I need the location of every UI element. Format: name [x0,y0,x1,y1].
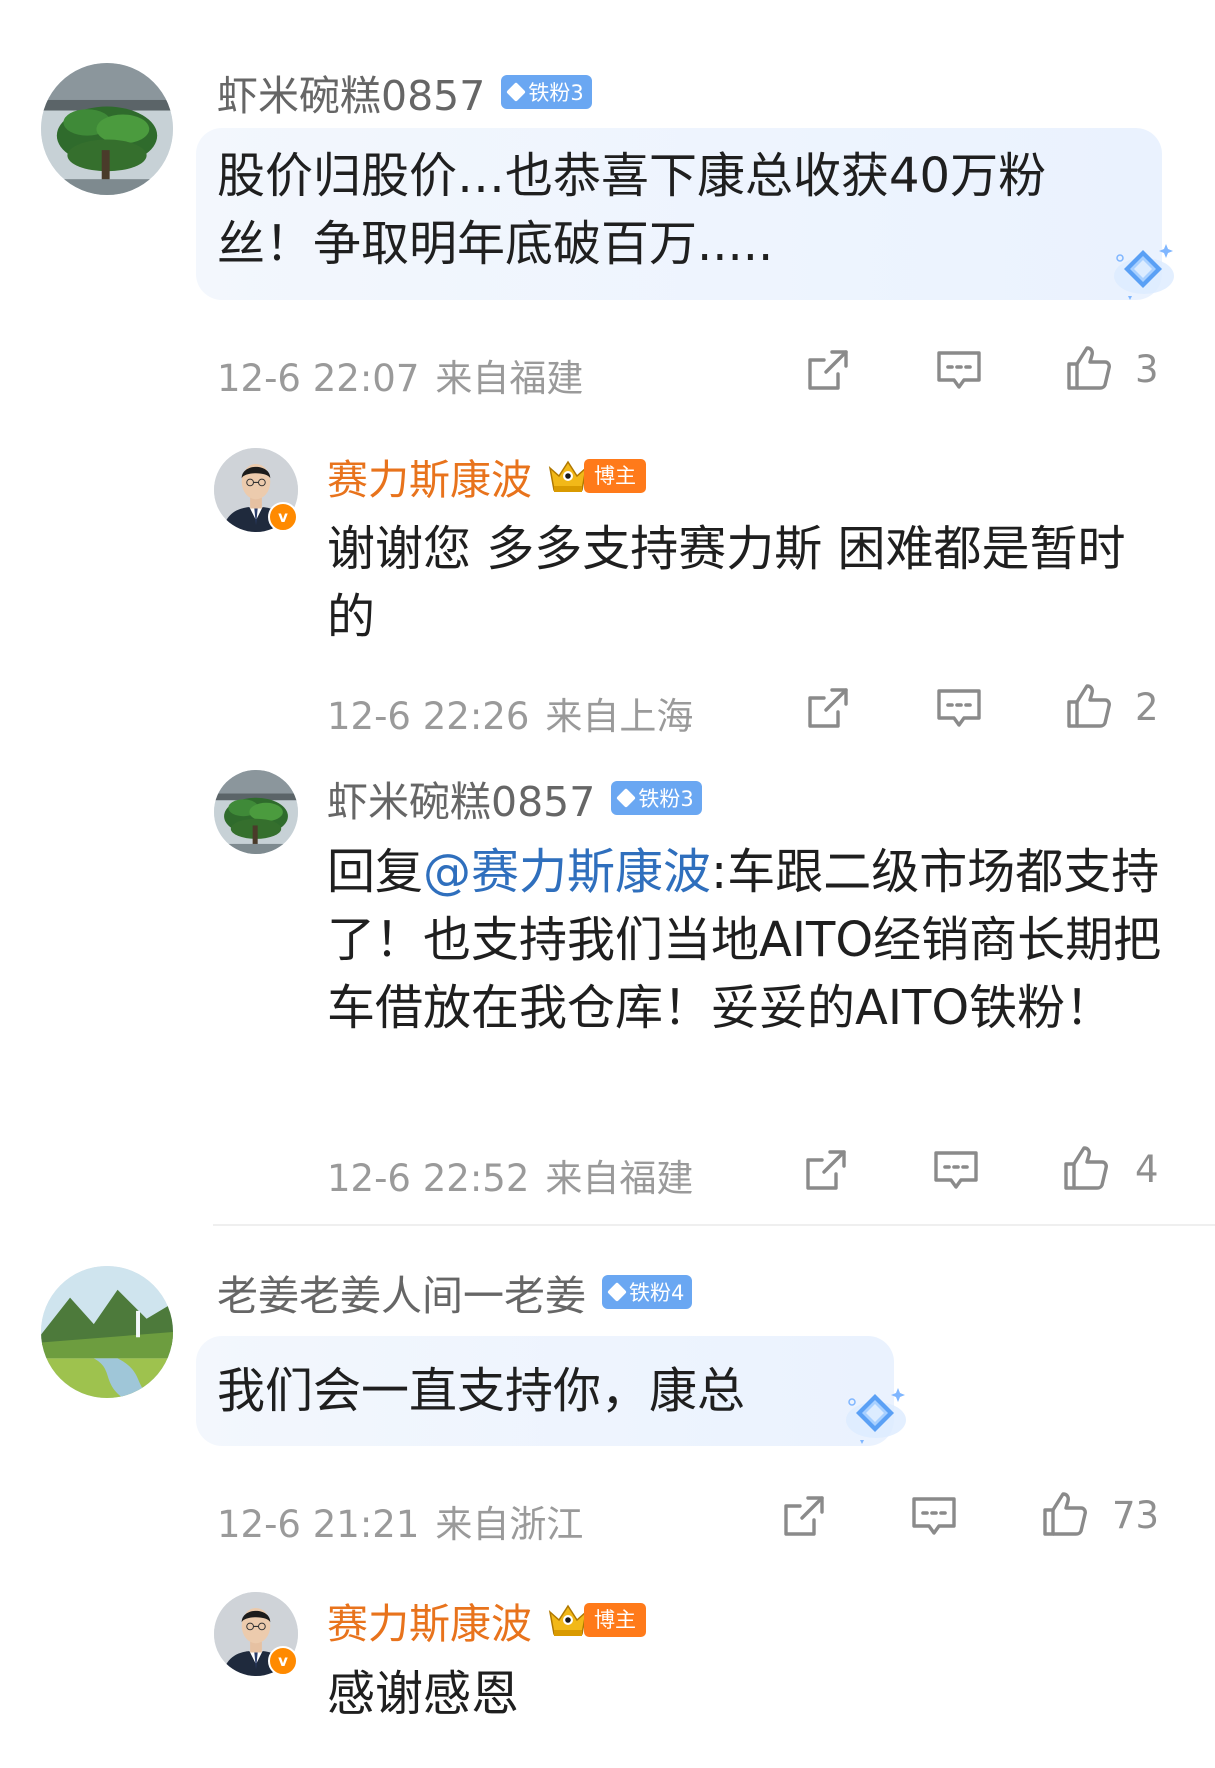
blogger-badge[interactable]: 博主 [546,456,646,496]
reply-meta: 12-6 22:26 来自上海 [327,686,693,740]
fan-badge-label: 铁粉3 [638,787,694,811]
comment-bubble [196,1336,894,1446]
diamond-icon [840,1380,910,1450]
diamond-icon [506,82,527,102]
username[interactable]: 虾米碗糕0857 [327,768,595,828]
username[interactable]: 赛力斯康波 [327,1590,532,1650]
username[interactable]: 老姜老姜人间一老姜 [217,1262,586,1322]
timestamp: 12-6 22:26 [327,695,530,738]
divider [213,1224,1215,1226]
fan-badge[interactable]: 铁粉3 [611,781,702,815]
reply-button[interactable] [908,1490,960,1542]
avatar-image [214,770,298,854]
mention-link[interactable]: @赛力斯康波 [423,844,711,900]
like-count: 73 [1112,1494,1160,1537]
blogger-badge[interactable]: 博主 [546,1600,646,1640]
diamond-icon [607,1282,627,1302]
like-count: 3 [1135,348,1159,391]
reply-header: 虾米碗糕0857 铁粉3 [327,770,702,826]
reply-text: 谢谢您 多多支持赛力斯 困难都是暂时的 [327,521,1126,645]
reply-button[interactable] [933,682,985,734]
verified-icon: v [268,502,298,532]
timestamp: 12-6 22:52 [327,1157,530,1200]
blogger-badge-label: 博主 [584,459,646,493]
location: 来自福建 [435,357,584,400]
comment-text: 我们会一直支持你，康总 [217,1363,746,1419]
like-icon [1039,1488,1091,1540]
like-button[interactable] [1063,680,1115,732]
avatar[interactable] [41,1266,173,1398]
location: 来自上海 [545,695,694,738]
share-icon [800,1144,852,1196]
share-icon [778,1490,830,1542]
like-icon [1063,680,1115,732]
like-button[interactable] [1039,1488,1091,1540]
share-button[interactable] [802,344,854,396]
comment-text: 股价归股价…也恭喜下康总收获40万粉丝！争取明年底破百万..... [217,148,1047,272]
avatar-image [41,63,173,195]
share-button[interactable] [802,682,854,734]
like-count: 2 [1135,686,1159,729]
fan-badge[interactable]: 铁粉4 [602,1275,693,1309]
comment-icon [908,1490,960,1542]
like-icon [1063,342,1115,394]
diamond-icon [1108,236,1178,306]
comment-meta: 12-6 22:07 来自福建 [217,348,583,402]
fan-badge-label: 铁粉4 [629,1281,685,1305]
blogger-badge-label: 博主 [584,1603,646,1637]
like-icon [1060,1142,1112,1194]
avatar[interactable] [41,63,173,195]
diamond-icon [616,788,637,808]
reply-button[interactable] [933,344,985,396]
avatar-image [41,1266,173,1398]
reply-text: 感谢感恩 [327,1666,520,1722]
like-button[interactable] [1060,1142,1112,1194]
reply-text: 回复@赛力斯康波:车跟二级市场都支持了！也支持我们当地AITO经销商长期把车借放… [327,838,1162,1042]
like-button[interactable] [1063,342,1115,394]
comment-icon [930,1144,982,1196]
comment-header: 老姜老姜人间一老姜 铁粉4 [217,1262,693,1322]
location: 来自福建 [545,1157,694,1200]
location: 来自浙江 [435,1503,584,1546]
comment-header: 虾米碗糕0857 铁粉3 [217,64,592,120]
share-icon [802,344,854,396]
avatar[interactable] [214,770,298,854]
comment-icon [933,682,985,734]
comment-icon [933,344,985,396]
share-icon [802,682,854,734]
username[interactable]: 赛力斯康波 [327,446,532,506]
reply-header: 赛力斯康波 博主 [327,1592,646,1648]
fan-badge[interactable]: 铁粉3 [501,75,592,109]
like-count: 4 [1135,1148,1159,1191]
reply-meta: 12-6 22:52 来自福建 [327,1148,693,1202]
timestamp: 12-6 22:07 [217,357,420,400]
reply-button[interactable] [930,1144,982,1196]
avatar-image [214,1592,298,1676]
reply-prefix: 回复 [327,844,424,900]
fan-badge-label: 铁粉3 [528,81,584,105]
share-button[interactable] [800,1144,852,1196]
timestamp: 12-6 21:21 [217,1503,420,1546]
share-button[interactable] [778,1490,830,1542]
comment-meta: 12-6 21:21 来自浙江 [217,1494,583,1548]
comment-item: 虾米碗糕0857 铁粉3 股价归股价…也恭喜下康总收获40万粉丝！争取明年底破百… [0,0,1215,1200]
avatar[interactable] [214,1592,298,1676]
reply-header: 赛力斯康波 博主 [327,448,646,504]
username[interactable]: 虾米碗糕0857 [217,62,485,122]
